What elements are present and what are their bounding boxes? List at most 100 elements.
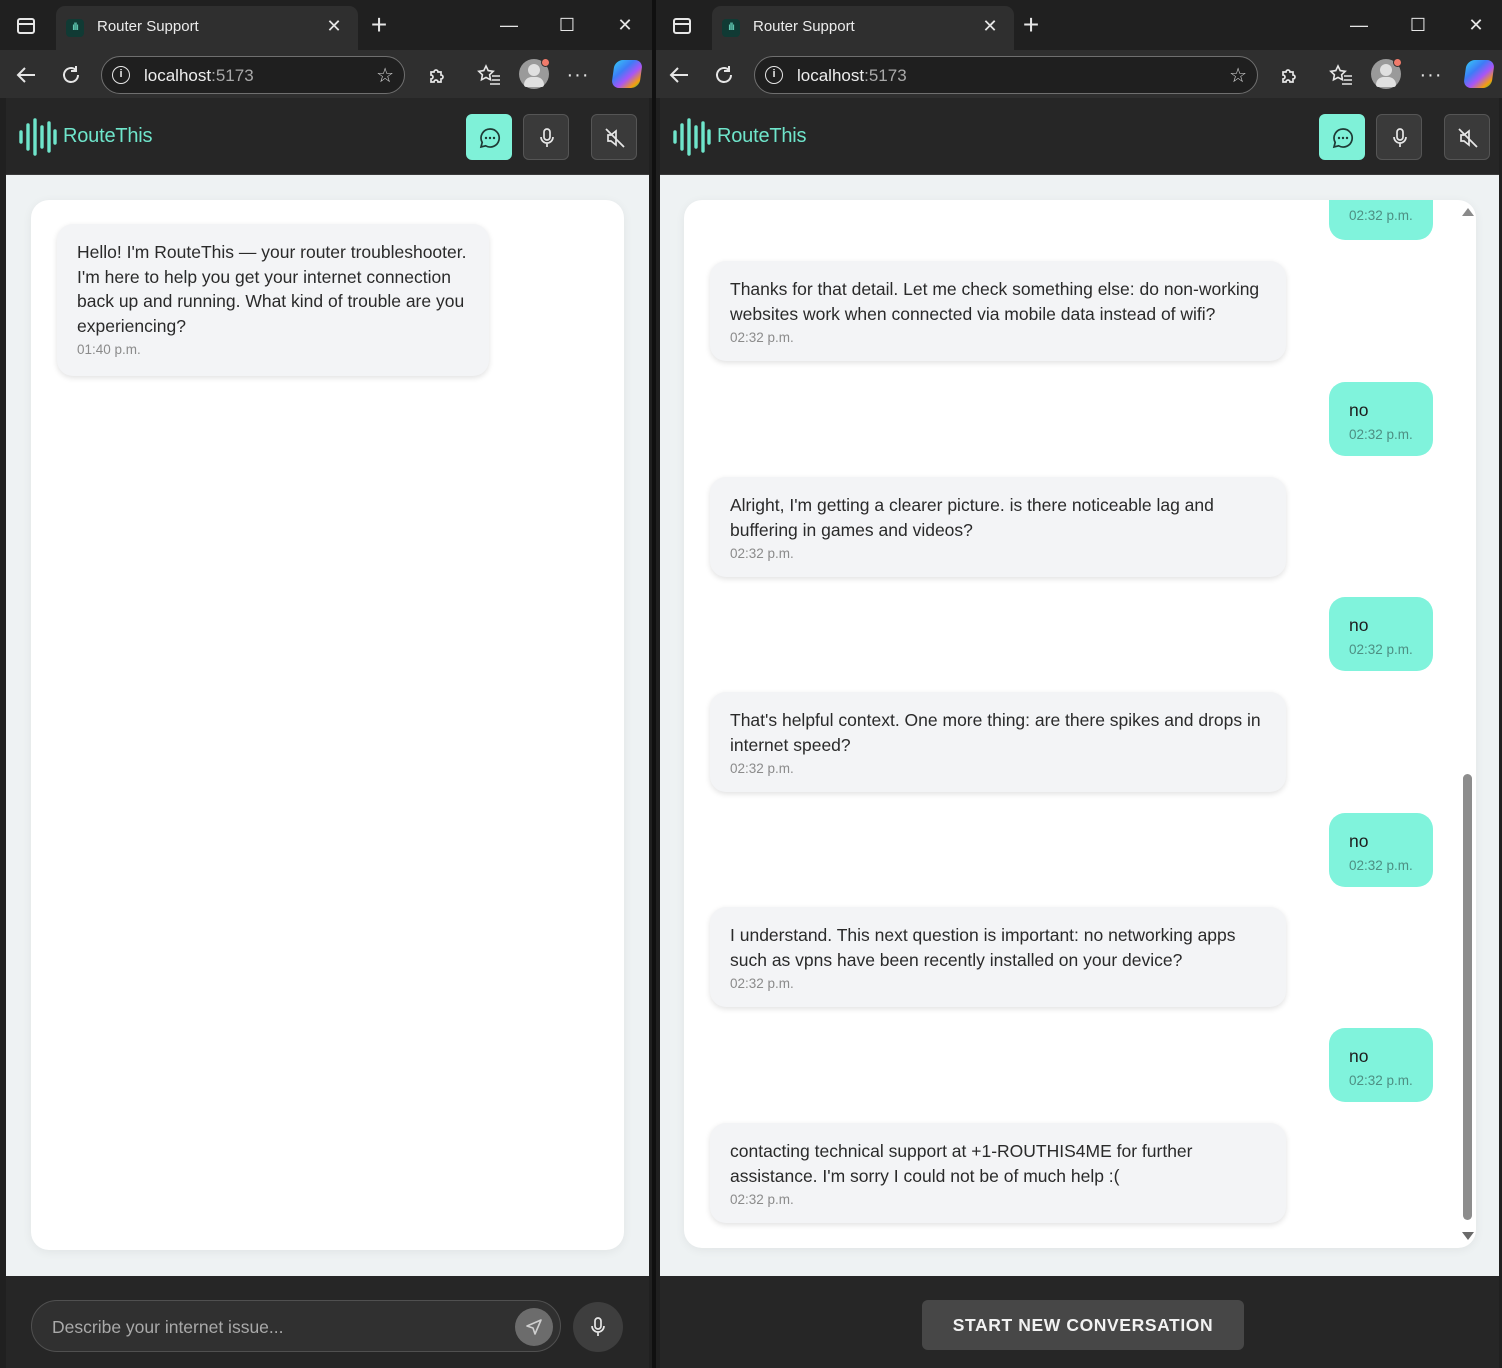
mute-button[interactable] — [591, 114, 637, 160]
browser-window-left: ıllı Router Support ✕ + — ☐ ✕ i localhos… — [0, 0, 652, 1368]
message-text: I understand. This next question is impo… — [730, 925, 1236, 970]
maximize-button[interactable]: ☐ — [1403, 10, 1433, 40]
copilot-icon[interactable] — [611, 60, 643, 88]
favorites-icon[interactable] — [474, 60, 504, 90]
star-icon[interactable]: ☆ — [376, 63, 394, 88]
chat-area: Hello! I'm RouteThis — your router troub… — [6, 175, 649, 1276]
text-mode-button[interactable] — [466, 114, 512, 160]
window-close-button[interactable]: ✕ — [610, 10, 640, 40]
message-time: 02:32 p.m. — [1349, 426, 1413, 442]
address-bar[interactable]: i localhost:5173 ☆ — [101, 56, 405, 94]
refresh-button[interactable] — [709, 60, 739, 90]
bot-message: That's helpful context. One more thing: … — [710, 692, 1286, 792]
more-icon[interactable]: ··· — [1416, 60, 1446, 90]
action-bar: START NEW CONVERSATION — [660, 1276, 1499, 1368]
bot-message: Alright, I'm getting a clearer picture. … — [710, 477, 1286, 577]
bot-message: I understand. This next question is impo… — [710, 907, 1286, 1007]
waveform-icon: ıllı — [66, 19, 84, 37]
notification-dot — [1393, 58, 1402, 67]
chat-card[interactable]: Hello! I'm RouteThis — your router troub… — [31, 200, 624, 1250]
start-new-conversation-button[interactable]: START NEW CONVERSATION — [922, 1300, 1244, 1350]
message-input-container — [31, 1300, 561, 1352]
message-time: 02:32 p.m. — [1349, 641, 1413, 657]
minimize-button[interactable]: — — [1344, 10, 1374, 40]
scroll-down-arrow-icon[interactable] — [1462, 1232, 1474, 1240]
favorites-icon[interactable] — [1326, 60, 1356, 90]
bot-message: contacting technical support at +1-ROUTH… — [710, 1123, 1286, 1223]
address-bar[interactable]: i localhost:5173 ☆ — [754, 56, 1258, 94]
star-icon[interactable]: ☆ — [1229, 63, 1247, 88]
microphone-icon — [591, 1317, 605, 1336]
profile-avatar[interactable] — [1371, 58, 1402, 89]
profile-avatar[interactable] — [519, 58, 550, 89]
new-tab-button[interactable]: + — [1017, 11, 1045, 40]
browser-toolbar: i localhost:5173 ☆ ··· — [0, 50, 652, 98]
new-tab-button[interactable]: + — [365, 11, 393, 40]
maximize-button[interactable]: ☐ — [552, 10, 582, 40]
puzzle-icon[interactable] — [1274, 60, 1304, 90]
text-mode-button[interactable] — [1319, 114, 1365, 160]
waveform-logo-icon — [673, 118, 711, 156]
scrollbar[interactable] — [1460, 200, 1476, 1248]
app-header: RouteThis — [6, 98, 649, 175]
message-time: 02:32 p.m. — [1349, 208, 1413, 223]
refresh-icon — [63, 66, 79, 83]
waveform-logo-icon — [19, 118, 57, 156]
browser-tab[interactable]: ıllı Router Support ✕ — [712, 6, 1014, 50]
arrow-left-icon — [16, 67, 35, 83]
input-bar — [6, 1276, 649, 1368]
more-icon[interactable]: ··· — [563, 60, 593, 90]
message-time: 02:32 p.m. — [730, 761, 794, 776]
message-text: contacting technical support at +1-ROUTH… — [730, 1141, 1193, 1186]
tab-close-icon[interactable]: ✕ — [322, 14, 346, 38]
user-message: no 02:32 p.m. — [1329, 382, 1433, 456]
message-text: no — [1349, 400, 1369, 420]
message-time: 02:32 p.m. — [1349, 857, 1413, 873]
message-text: no — [1349, 615, 1369, 635]
chat-card[interactable]: 02:32 p.m. Thanks for that detail. Let m… — [684, 200, 1476, 1248]
info-icon[interactable]: i — [112, 66, 130, 84]
message-text: Alright, I'm getting a clearer picture. … — [730, 495, 1214, 540]
notification-dot — [541, 58, 550, 67]
chat-area: 02:32 p.m. Thanks for that detail. Let m… — [660, 175, 1499, 1276]
voice-mode-button[interactable] — [523, 114, 569, 160]
send-icon — [526, 1319, 542, 1335]
microphone-icon — [540, 128, 554, 147]
message-text: Hello! I'm RouteThis — your router troub… — [77, 242, 467, 336]
app-header: RouteThis — [660, 98, 1499, 175]
user-message: no 02:32 p.m. — [1329, 813, 1433, 887]
user-message: no 02:32 p.m. — [1329, 597, 1433, 671]
chat-bubble-icon — [479, 128, 501, 149]
brand-name: RouteThis — [717, 125, 807, 147]
browser-tab[interactable]: ıllı Router Support ✕ — [56, 6, 358, 50]
info-icon[interactable]: i — [765, 66, 783, 84]
scroll-up-arrow-icon[interactable] — [1462, 208, 1474, 216]
copilot-icon[interactable] — [1463, 60, 1495, 88]
speaker-mute-icon — [605, 128, 625, 148]
sidebar-toggle-icon[interactable] — [17, 18, 35, 34]
minimize-button[interactable]: — — [494, 10, 524, 40]
message-input[interactable] — [52, 1314, 492, 1340]
message-time: 02:32 p.m. — [730, 330, 794, 345]
refresh-button[interactable] — [56, 60, 86, 90]
window-close-button[interactable]: ✕ — [1461, 10, 1491, 40]
message-time: 02:32 p.m. — [730, 976, 794, 991]
back-button[interactable] — [664, 60, 694, 90]
back-button[interactable] — [11, 60, 41, 90]
waveform-icon: ıllı — [722, 19, 740, 37]
message-text: no — [1349, 831, 1369, 851]
voice-mode-button[interactable] — [1376, 114, 1422, 160]
tab-close-icon[interactable]: ✕ — [978, 14, 1002, 38]
user-message: 02:32 p.m. — [1329, 200, 1433, 240]
puzzle-icon[interactable] — [422, 60, 452, 90]
sidebar-toggle-icon[interactable] — [673, 18, 691, 34]
message-text: Thanks for that detail. Let me check som… — [730, 279, 1260, 324]
url-text: localhost:5173 — [797, 66, 907, 85]
message-text: That's helpful context. One more thing: … — [730, 710, 1261, 755]
scrollbar-thumb[interactable] — [1463, 774, 1472, 1220]
send-button[interactable] — [515, 1308, 553, 1346]
voice-input-button[interactable] — [573, 1302, 623, 1352]
message-time: 01:40 p.m. — [77, 342, 141, 357]
bot-message: Thanks for that detail. Let me check som… — [710, 261, 1286, 361]
mute-button[interactable] — [1444, 114, 1490, 160]
